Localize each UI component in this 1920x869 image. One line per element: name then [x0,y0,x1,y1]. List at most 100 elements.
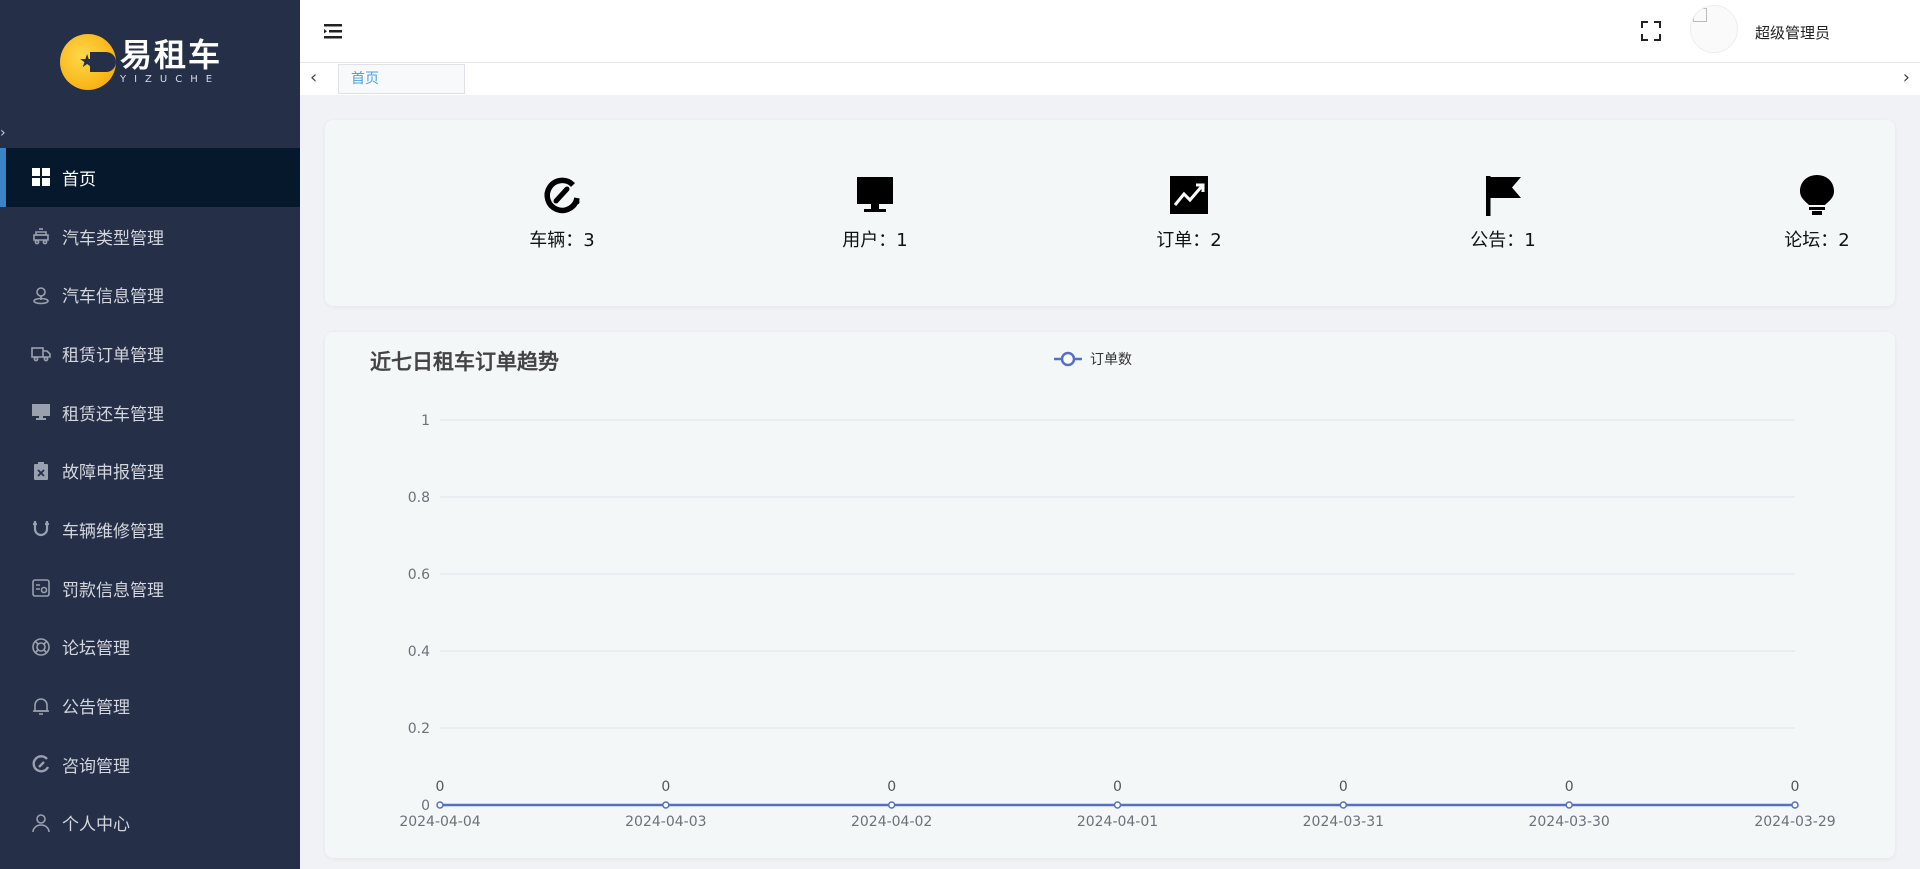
gauge-icon [544,177,580,214]
sidebar-item-4[interactable]: 租赁还车管理 [0,383,300,442]
x-tick-label: 2024-04-04 [399,814,480,830]
data-point [1113,801,1122,809]
lifebuoy-icon [30,636,52,658]
sidebar-item-label: 论坛管理 [62,639,130,660]
order-trend-chart: 0 0.2 0.4 0.6 0.8 1 2024-04-04 2024-04-03 2024-0… [399,351,1836,830]
user-icon [30,812,52,834]
sidebar-item-1[interactable]: 汽车类型管理 [0,207,300,266]
data-label: 0 [661,779,670,795]
report-icon [30,460,52,482]
fullscreen-icon[interactable] [1640,20,1662,42]
location-icon [30,284,52,306]
sidebar-item-label: 租赁订单管理 [62,345,164,366]
sidebar-item-9[interactable]: 公告管理 [0,676,300,735]
flag-icon [1486,176,1521,216]
stat-forum: 论坛：2 [1737,174,1897,252]
y-tick-label: 0.2 [408,721,430,737]
data-point [1565,801,1573,809]
stat-users: 用户：1 [795,174,955,252]
data-label: 0 [436,779,445,795]
x-tick-label: 2024-03-31 [1303,814,1384,830]
sidebar-item-5[interactable]: 故障申报管理 [0,441,300,500]
sidebar-item-label: 车辆维修管理 [62,521,164,542]
x-tick-label: 2024-04-02 [851,814,932,830]
sidebar-item-2[interactable]: 汽车信息管理 [0,265,300,324]
top-header: 超级管理员 [300,0,1920,63]
tabs-scroll-right-icon[interactable]: › [1903,69,1910,87]
sidebar-item-3[interactable]: 租赁订单管理 [0,324,300,383]
sidebar-item-label: 罚款信息管理 [62,580,164,601]
monitor-icon [857,177,893,212]
y-tick-label: 0.4 [408,644,430,660]
data-label: 0 [887,779,896,795]
logo-title: 易租车 [120,36,223,74]
x-tick-label: 2024-04-03 [625,814,706,830]
chart-card: 近七日租车订单趋势 0 0.2 0.4 0.6 0.8 1 2024-04-04 2024-0… [325,332,1895,858]
fine-icon [30,577,52,599]
monitor-icon [30,401,52,423]
stat-label: 论坛：2 [1784,230,1850,251]
tabs-scroll-left-icon[interactable]: ‹ [310,69,317,87]
menu-toggle-icon[interactable] [322,20,344,42]
trend-icon [1170,176,1208,214]
legend-label: 订单数 [1090,352,1132,368]
sidebar-menu: 首页汽车类型管理 汽车信息管理 租赁订单管理 租赁还车管理 故障申报管理 车辆维修管理 罚款… [0,148,300,852]
sidebar-item-label: 咨询管理 [62,756,130,777]
data-label: 0 [1113,779,1122,795]
data-point [436,801,444,809]
legend-marker [1060,351,1076,367]
stats-card: 车辆：3 用户：1 订单：2 公告：1 论坛：2 [325,120,1895,306]
truck-icon [30,342,52,364]
data-point [1791,801,1799,809]
broken-image-icon [1693,8,1707,22]
sidebar-collapse-chevron-icon[interactable]: › [0,126,6,140]
tabs-bar: ‹ 首页 › [300,63,1920,95]
stat-label: 车辆：3 [529,230,595,251]
magnet-icon [30,518,52,540]
sidebar-item-label: 故障申报管理 [62,463,164,484]
app-logo: ★ 易租车 YIZUCHE [60,32,222,92]
username[interactable]: 超级管理员 [1755,22,1830,43]
sidebar-item-label: 首页 [62,169,96,190]
sidebar-item-label: 个人中心 [62,815,130,836]
sidebar-item-6[interactable]: 车辆维修管理 [0,500,300,559]
sidebar-item-8[interactable]: 论坛管理 [0,618,300,677]
x-tick-label: 2024-04-01 [1077,814,1158,830]
data-point [887,801,896,809]
data-point [1339,801,1348,809]
data-label: 0 [1339,779,1348,795]
sidebar-item-11[interactable]: 个人中心 [0,794,300,853]
stat-vehicles: 车辆：3 [482,174,642,252]
tab-home[interactable]: 首页 [338,64,465,94]
y-tick-label: 0.6 [408,567,430,583]
car-type-icon [30,225,52,247]
y-tick-label: 0.8 [408,490,430,506]
logo-mark-icon: ★ [60,34,116,90]
data-label: 0 [1565,779,1574,795]
stat-orders: 订单：2 [1109,174,1269,252]
y-tick-label: 1 [421,413,430,429]
sidebar-item-label: 公告管理 [62,698,130,719]
sidebar-item-label: 汽车信息管理 [62,287,164,308]
logo-subtitle: YIZUCHE [120,74,221,85]
chat-icon [30,753,52,775]
sidebar-item-label: 租赁还车管理 [62,404,164,425]
stat-label: 订单：2 [1156,230,1222,251]
sidebar-item-10[interactable]: 咨询管理 [0,735,300,794]
sidebar-item-7[interactable]: 罚款信息管理 [0,559,300,618]
x-tick-label: 2024-03-30 [1528,814,1609,830]
y-tick-label: 0 [421,798,430,814]
avatar[interactable] [1690,5,1738,53]
stat-label: 用户：1 [842,230,908,251]
sidebar-item-0[interactable]: 首页 [0,148,300,207]
bell-icon [30,695,52,717]
stat-notices: 公告：1 [1423,174,1583,252]
stat-label: 公告：1 [1470,230,1536,251]
bulb-icon [1800,175,1834,215]
x-tick-label: 2024-03-29 [1754,814,1835,830]
data-point [662,801,670,809]
data-label: 0 [1791,779,1800,795]
sidebar: ★ 易租车 YIZUCHE › 首页汽车类型管理 汽车信息管理 租赁订单管理 租赁还车… [0,0,300,869]
sidebar-item-label: 汽车类型管理 [62,228,164,249]
grid-icon [30,166,52,188]
